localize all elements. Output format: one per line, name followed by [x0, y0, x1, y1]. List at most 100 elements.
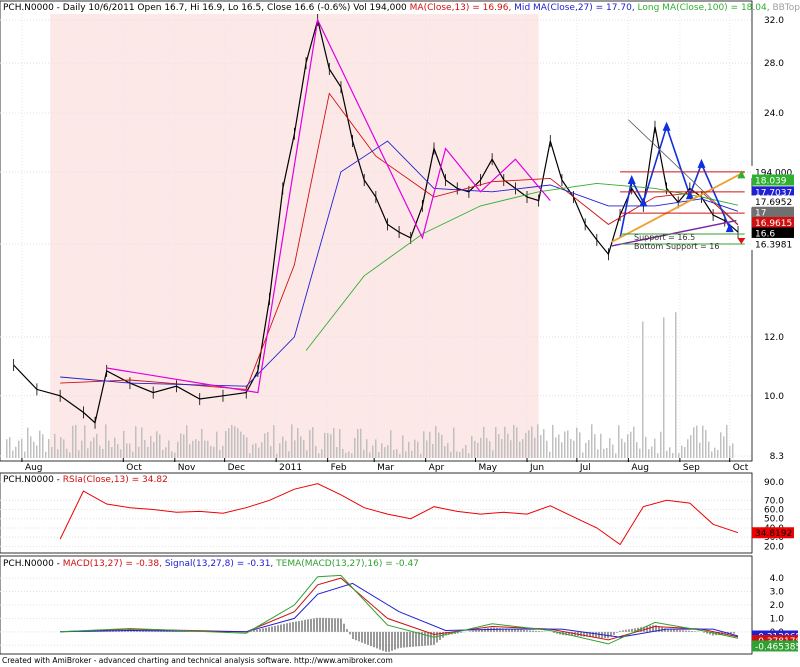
x-tick-label: Nov — [178, 463, 196, 473]
volume-bar — [207, 440, 209, 458]
rsi-header-symbol: PCH.N0000 - — [3, 475, 63, 485]
volume-bar — [414, 439, 416, 458]
volume-bar — [444, 445, 446, 458]
volume-bar — [573, 440, 575, 458]
volume-bar — [471, 435, 473, 458]
volume-bar — [195, 439, 197, 458]
volume-bar — [606, 447, 608, 458]
volume-bar — [630, 431, 632, 458]
value-label-text: 34.8192 — [755, 529, 792, 539]
volume-bar — [642, 321, 644, 458]
volume-bar — [27, 427, 29, 458]
volume-bar — [711, 451, 713, 458]
price-y-tick-label: 10.0 — [764, 392, 784, 402]
volume-bar — [24, 451, 26, 458]
rsi-y-tick-label: 70.0 — [764, 496, 784, 506]
volume-bar — [180, 433, 182, 458]
volume-bar — [141, 427, 143, 458]
volume-bar — [246, 437, 248, 458]
rsi-header: PCH.N0000 - RSIa(Close,13) = 34.82 — [3, 475, 168, 485]
value-label-text: 18.039 — [755, 177, 787, 187]
volume-bar — [87, 448, 89, 458]
volume-bar — [510, 440, 512, 458]
volume-bar — [360, 428, 362, 458]
volume-bar — [504, 426, 506, 458]
x-tick-label: Aug — [631, 463, 649, 473]
volume-bar — [708, 441, 710, 458]
volume-bar — [12, 450, 14, 458]
volume-bar — [531, 426, 533, 458]
volume-bar — [300, 436, 302, 458]
volume-bar — [399, 453, 401, 458]
chart-header: PCH.N0000 - Daily 10/6/2011 Open 16.7, H… — [3, 3, 800, 13]
volume-bar — [51, 446, 53, 458]
volume-bar — [501, 439, 503, 458]
volume-bar — [552, 424, 554, 458]
volume-bar — [15, 446, 17, 458]
volume-bar — [336, 447, 338, 458]
macd-header-signal: Signal(13,27,8) = -0.31, — [165, 559, 276, 569]
volume-bar — [390, 430, 392, 458]
volume-bar — [402, 435, 404, 458]
volume-bar — [129, 443, 131, 458]
volume-bar — [93, 437, 95, 458]
volume-bar — [192, 440, 194, 458]
volume-bar — [156, 431, 158, 458]
volume-bar — [321, 449, 323, 458]
volume-bar — [522, 439, 524, 458]
volume-bar — [369, 452, 371, 458]
volume-bar — [102, 448, 104, 458]
volume-bar — [567, 430, 569, 458]
volume-bar — [684, 447, 686, 458]
volume-bar — [663, 317, 665, 458]
volume-bar — [138, 446, 140, 458]
volume-bar — [621, 438, 623, 458]
volume-bar — [345, 452, 347, 458]
volume-bar — [351, 453, 353, 458]
volume-bar — [324, 432, 326, 458]
x-tick-label: Feb — [331, 463, 347, 473]
volume-bar — [273, 425, 275, 458]
volume-bar — [81, 440, 83, 458]
volume-bar — [36, 445, 38, 458]
volume-bar — [69, 452, 71, 458]
bottom-support-annotation: Bottom Support = 16 — [634, 242, 719, 251]
volume-bar — [57, 449, 59, 458]
volume-bar — [534, 437, 536, 458]
volume-bar — [375, 439, 377, 458]
volume-bar — [288, 451, 290, 458]
price-panel: 8.310.012.016.020.024.028.032.0 194,0001… — [0, 0, 800, 473]
volume-bar — [171, 451, 173, 458]
volume-bar — [672, 453, 674, 458]
volume-bar — [720, 432, 722, 458]
volume-bar — [162, 449, 164, 458]
volume-bar — [378, 452, 380, 458]
volume-bar — [537, 424, 539, 458]
volume-bar — [561, 442, 563, 458]
volume-bar — [714, 447, 716, 458]
volume-bar — [306, 450, 308, 458]
volume-bar — [585, 442, 587, 458]
macd-y-tick-label: 3.0 — [770, 588, 785, 598]
volume-bar — [348, 451, 350, 458]
volume-bar — [495, 427, 497, 458]
volume-bar — [312, 427, 314, 458]
volume-bar — [558, 434, 560, 458]
volume-bar — [168, 440, 170, 458]
volume-bar — [114, 437, 116, 458]
volume-bar — [96, 433, 98, 458]
volume-bar — [435, 426, 437, 458]
volume-bar — [447, 443, 449, 458]
volume-bar — [396, 449, 398, 458]
volume-bar — [60, 437, 62, 458]
volume-bar — [333, 427, 335, 458]
volume-bar — [525, 432, 527, 458]
volume-bar — [486, 438, 488, 458]
volume-bar — [252, 444, 254, 458]
volume-bar — [123, 430, 125, 458]
rsi-panel: 20.030.040.050.060.070.090.0 34.8192 PCH… — [0, 472, 794, 554]
volume-bar — [210, 446, 212, 458]
volume-bar — [450, 451, 452, 458]
volume-bar — [465, 444, 467, 458]
volume-bar — [705, 429, 707, 458]
